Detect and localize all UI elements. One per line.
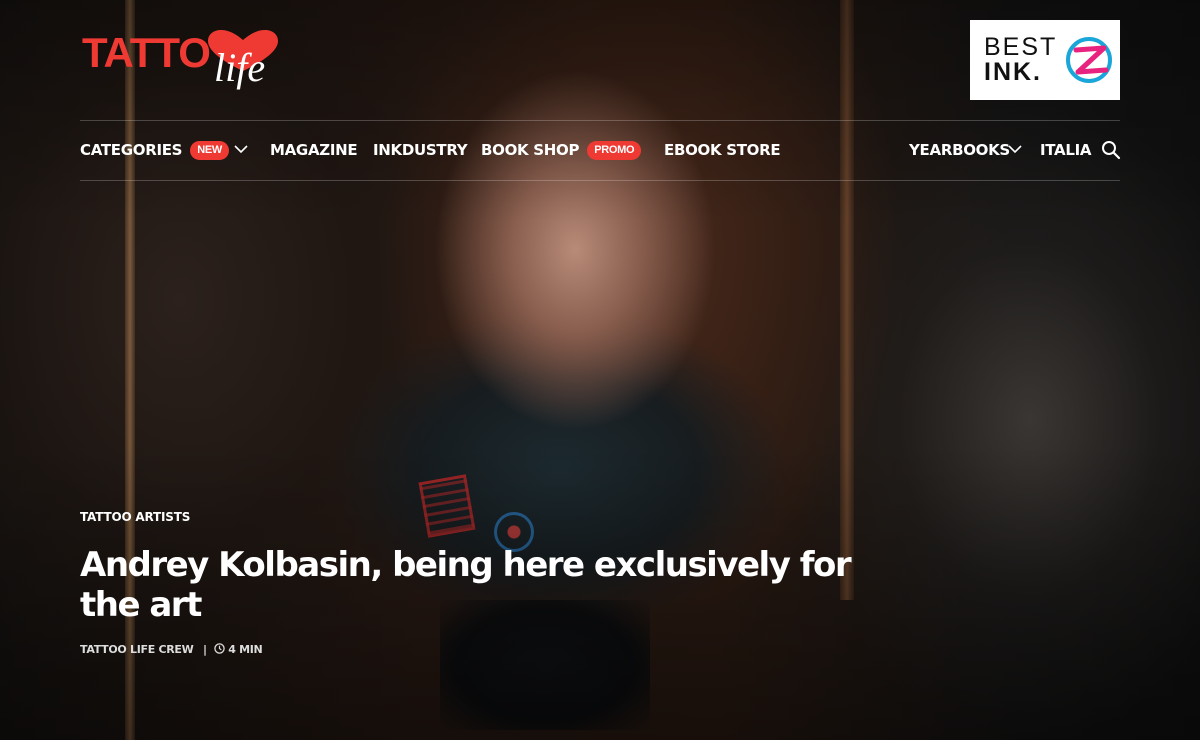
article-title[interactable]: Andrey Kolbasin, being here exclusively … <box>80 545 880 625</box>
nav-item-label: BOOK SHOP <box>481 141 580 159</box>
nav-item-italia[interactable]: ITALIA <box>1040 140 1092 160</box>
logo-wordmark: TATTO <box>82 29 211 76</box>
article-meta: TATTOO LIFE CREW | 4 MIN <box>80 643 263 656</box>
chevron-down-icon[interactable] <box>234 144 248 154</box>
search-icon[interactable] <box>1101 140 1121 160</box>
ad-text-ink: INK. <box>984 58 1042 86</box>
z-logo-icon <box>1066 37 1112 83</box>
main-nav: CATEGORIES NEW MAGAZINE INKDUSTRY BOOK SH… <box>80 120 1121 181</box>
article-category[interactable]: TATTOO ARTISTS <box>80 510 190 524</box>
promo-badge: PROMO <box>587 141 642 160</box>
best-ink-ad[interactable]: BEST INK. <box>970 20 1120 100</box>
ad-text-best: BEST <box>984 33 1058 61</box>
nav-item-categories[interactable]: CATEGORIES NEW <box>80 140 229 160</box>
nav-item-inkdustry[interactable]: INKDUSTRY <box>373 140 468 160</box>
nav-item-yearbooks[interactable]: YEARBOOKS <box>909 140 1010 160</box>
clock-icon <box>214 643 225 654</box>
nav-item-label: CATEGORIES <box>80 141 183 159</box>
nav-item-book-shop[interactable]: BOOK SHOP PROMO <box>481 140 642 160</box>
nav-item-ebook-store[interactable]: EBOOK STORE <box>664 140 781 160</box>
chevron-down-icon[interactable] <box>1008 144 1022 154</box>
article-author[interactable]: TATTOO LIFE CREW <box>80 643 194 656</box>
nav-item-magazine[interactable]: MAGAZINE <box>270 140 358 160</box>
logo-subtitle: life <box>214 45 266 90</box>
hero-overlay <box>0 0 1200 740</box>
article-read-time: 4 MIN <box>228 643 263 656</box>
meta-separator: | <box>202 643 207 656</box>
site-logo[interactable]: TATTO life <box>82 26 282 96</box>
new-badge: NEW <box>190 141 229 160</box>
